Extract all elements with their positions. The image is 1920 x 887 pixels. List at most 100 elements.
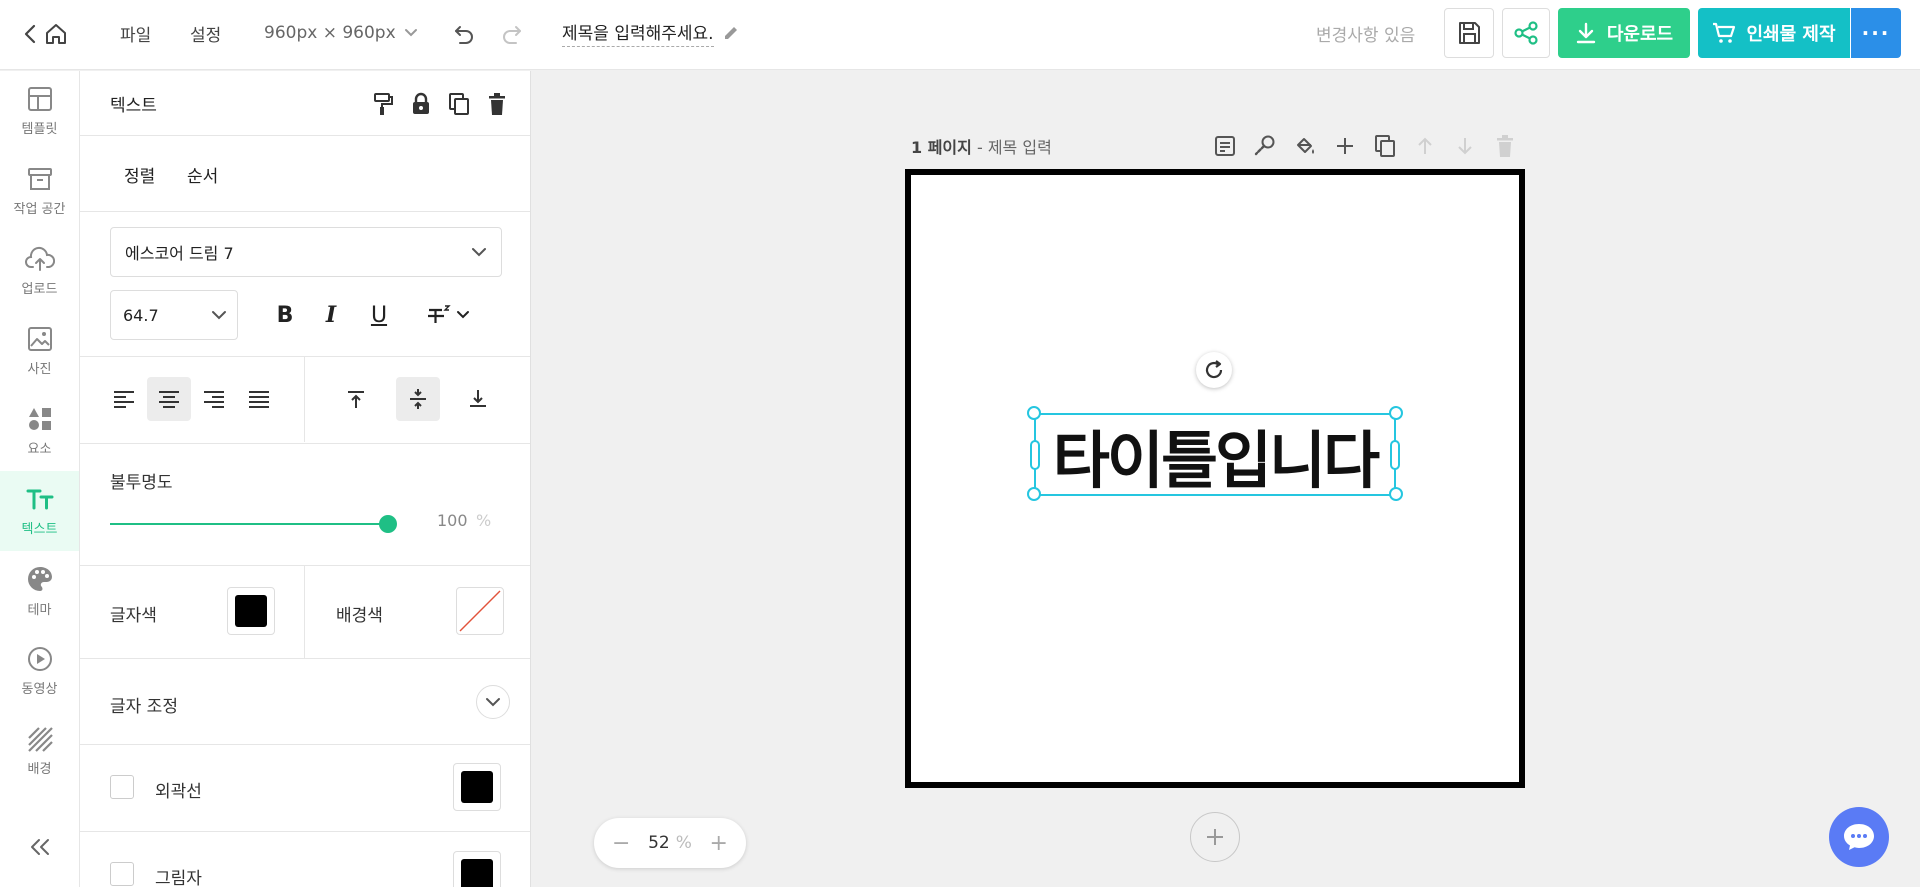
shadow-checkbox[interactable]	[110, 862, 134, 886]
zoom-in-button[interactable]: +	[710, 831, 728, 856]
shadow-color-swatch[interactable]	[453, 851, 501, 887]
copy-icon	[1374, 134, 1396, 158]
move-page-down-button[interactable]	[1451, 132, 1479, 160]
divider	[80, 744, 530, 745]
undo-button[interactable]	[450, 20, 478, 48]
tab-order[interactable]: 순서	[187, 136, 218, 212]
add-page-button[interactable]	[1190, 812, 1240, 862]
side-navigation-rail: 템플릿 작업 공간 업로드 사진 요소 텍스트 테마 동영상 배경	[0, 71, 80, 887]
save-button[interactable]	[1444, 8, 1494, 58]
rail-item-template[interactable]: 템플릿	[0, 71, 79, 151]
rail-item-background[interactable]: 배경	[0, 711, 79, 791]
duplicate-button[interactable]	[446, 91, 472, 117]
trash-icon	[488, 93, 506, 115]
opacity-value: 100	[437, 511, 468, 530]
rail-item-theme[interactable]: 테마	[0, 551, 79, 631]
vertical-align-top-button[interactable]	[334, 377, 378, 421]
trash-icon	[1496, 135, 1514, 157]
resize-handle-top-left[interactable]	[1027, 406, 1041, 420]
align-left-button[interactable]	[102, 377, 146, 421]
move-page-up-button[interactable]	[1411, 132, 1439, 160]
zoom-out-button[interactable]: −	[612, 831, 630, 856]
outline-label: 외곽선	[155, 782, 202, 802]
duplicate-page-button[interactable]	[1371, 132, 1399, 160]
rail-item-photo[interactable]: 사진	[0, 311, 79, 391]
format-painter-button[interactable]	[370, 91, 396, 117]
font-size-select[interactable]: 64.7	[110, 290, 238, 340]
download-button[interactable]: 다운로드	[1558, 8, 1690, 58]
text-color-swatch[interactable]	[227, 587, 275, 635]
chat-support-button[interactable]	[1829, 807, 1889, 867]
plus-icon	[1335, 136, 1355, 156]
document-title-field[interactable]: 제목을 입력해주세요.	[562, 18, 740, 48]
add-page-inline-button[interactable]	[1331, 132, 1359, 160]
text-adjust-expand-button[interactable]	[476, 685, 510, 719]
floppy-disk-icon	[1456, 20, 1482, 46]
opacity-slider-track[interactable]	[110, 523, 392, 525]
resize-handle-bottom-right[interactable]	[1389, 487, 1403, 501]
background-color-swatch[interactable]	[456, 587, 504, 635]
align-center-button[interactable]	[147, 377, 191, 421]
share-button[interactable]	[1502, 8, 1550, 58]
more-options-button[interactable]: ···	[1851, 8, 1901, 58]
font-family-select[interactable]: 에스코어 드림 7	[110, 227, 502, 277]
page-notes-button[interactable]	[1211, 132, 1239, 160]
rail-item-video[interactable]: 동영상	[0, 631, 79, 711]
rotate-icon	[1203, 359, 1225, 381]
tab-align[interactable]: 정렬	[124, 136, 155, 212]
text-decoration-dropdown[interactable]	[420, 293, 476, 337]
resize-handle-top-right[interactable]	[1389, 406, 1403, 420]
rail-item-text[interactable]: 텍스트	[0, 471, 79, 551]
menu-settings[interactable]: 설정	[190, 0, 221, 66]
download-icon	[1575, 22, 1597, 44]
chevron-down-icon	[485, 697, 501, 707]
outline-checkbox[interactable]	[110, 775, 134, 799]
resize-handle-left[interactable]	[1030, 440, 1040, 470]
play-icon	[27, 646, 53, 672]
align-right-button[interactable]	[192, 377, 236, 421]
vertical-align-middle-button[interactable]	[396, 377, 440, 421]
selected-text-element[interactable]: 타이틀입니다	[1034, 413, 1396, 497]
background-color-label: 배경색	[336, 606, 383, 626]
text-icon	[26, 486, 54, 512]
magic-select-button[interactable]	[1251, 132, 1279, 160]
print-order-button[interactable]: 인쇄물 제작	[1698, 8, 1850, 58]
resize-handle-right[interactable]	[1390, 440, 1400, 470]
page-title[interactable]: - 제목 입력	[977, 138, 1052, 157]
canvas-size-dropdown[interactable]: 960px × 960px	[264, 0, 418, 66]
underline-button[interactable]: U	[360, 293, 398, 337]
outline-color-swatch[interactable]	[453, 763, 501, 811]
note-icon	[1214, 135, 1236, 157]
rail-item-upload[interactable]: 업로드	[0, 231, 79, 311]
menu-file[interactable]: 파일	[120, 0, 151, 66]
rotate-handle[interactable]	[1196, 352, 1232, 388]
download-label: 다운로드	[1606, 24, 1674, 45]
opacity-slider-thumb[interactable]	[379, 515, 397, 533]
collapse-panel-button[interactable]	[0, 827, 79, 867]
resize-handle-bottom-left[interactable]	[1027, 487, 1041, 501]
delete-page-button[interactable]	[1491, 132, 1519, 160]
save-status: 변경사항 있음	[1316, 25, 1416, 46]
back-home-button[interactable]	[24, 20, 78, 48]
lock-button[interactable]	[408, 91, 434, 117]
palette-icon	[26, 565, 54, 593]
canvas-text[interactable]: 타이틀입니다	[1036, 415, 1394, 497]
delete-button[interactable]	[484, 91, 510, 117]
rail-item-workspace[interactable]: 작업 공간	[0, 151, 79, 231]
shadow-label: 그림자	[155, 869, 202, 887]
rail-item-label: 요소	[27, 441, 52, 457]
page-background-fill-button[interactable]	[1291, 132, 1319, 160]
vertical-align-bottom-button[interactable]	[456, 377, 500, 421]
redo-button[interactable]	[498, 20, 526, 48]
rail-item-elements[interactable]: 요소	[0, 391, 79, 471]
print-order-label: 인쇄물 제작	[1746, 24, 1836, 45]
paint-bucket-icon	[1294, 135, 1316, 157]
divider	[80, 356, 530, 357]
arrow-down-icon	[1456, 136, 1474, 156]
align-justify-button[interactable]	[237, 377, 281, 421]
home-icon	[44, 22, 68, 46]
bold-button[interactable]: B	[266, 293, 304, 337]
italic-button[interactable]: I	[312, 293, 350, 337]
lock-icon	[411, 92, 431, 116]
chevron-down-icon	[211, 310, 227, 320]
